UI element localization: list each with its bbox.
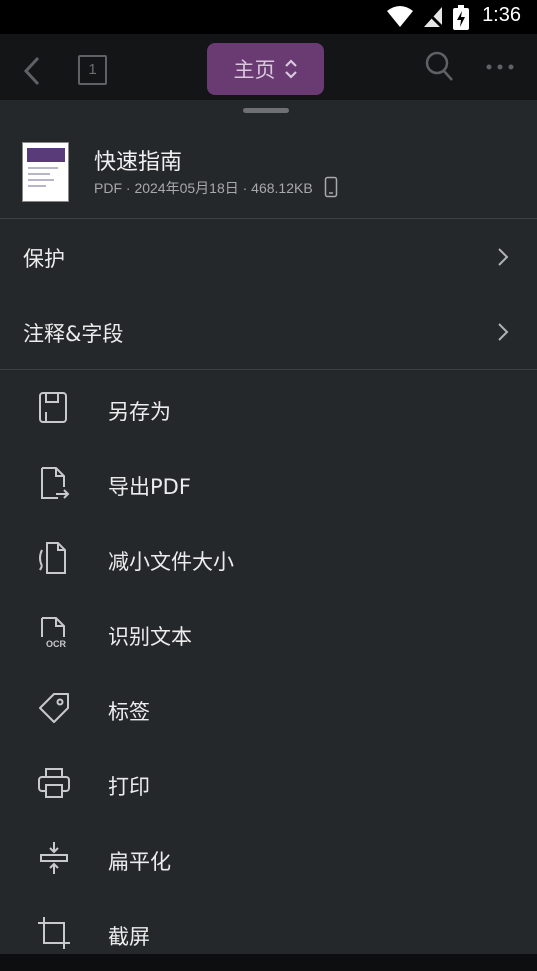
menu-item-print[interactable]: 打印 bbox=[0, 747, 537, 821]
divider bbox=[0, 218, 537, 219]
more-options-icon[interactable] bbox=[485, 63, 515, 71]
menu-item-label: 识别文本 bbox=[108, 625, 192, 649]
file-title: 快速指南 bbox=[94, 150, 183, 175]
file-meta-text: PDF · 2024年05月18日 · 468.12KB bbox=[94, 180, 313, 196]
phone-storage-icon bbox=[324, 176, 338, 198]
print-icon bbox=[38, 768, 70, 798]
row-protect-label: 保护 bbox=[23, 247, 65, 271]
file-thumbnail bbox=[22, 142, 69, 202]
menu-item-flatten[interactable]: 扁平化 bbox=[0, 822, 537, 896]
page-indicator-button[interactable]: 1 bbox=[78, 55, 107, 85]
crop-icon bbox=[38, 917, 70, 949]
menu-item-label: 标签 bbox=[108, 700, 150, 724]
menu-item-tags[interactable]: 标签 bbox=[0, 672, 537, 746]
row-annotations-fields[interactable]: 注释&字段 bbox=[0, 296, 537, 370]
row-protect[interactable]: 保护 bbox=[0, 221, 537, 295]
file-options-sheet: 快速指南 PDF · 2024年05月18日 · 468.12KB 保护 注释&… bbox=[0, 100, 537, 954]
menu-item-ocr[interactable]: OCR 识别文本 bbox=[0, 597, 537, 671]
chevron-right-icon bbox=[498, 323, 509, 341]
status-time: 1:36 bbox=[482, 4, 521, 26]
no-signal-icon bbox=[422, 7, 444, 29]
menu-item-label: 截屏 bbox=[108, 925, 150, 949]
row-annotations-label: 注释&字段 bbox=[23, 322, 124, 346]
save-icon bbox=[39, 392, 67, 423]
export-icon bbox=[41, 467, 70, 499]
chevron-updown-icon bbox=[284, 59, 297, 79]
tag-icon bbox=[39, 693, 69, 723]
menu-item-screenshot[interactable]: 截屏 bbox=[0, 897, 537, 971]
home-label: 主页 bbox=[233, 58, 276, 82]
file-header: 快速指南 PDF · 2024年05月18日 · 468.12KB bbox=[0, 124, 537, 218]
compress-icon bbox=[39, 542, 66, 574]
menu-item-label: 打印 bbox=[108, 775, 150, 799]
menu-item-save-as[interactable]: 另存为 bbox=[0, 372, 537, 446]
search-icon[interactable] bbox=[424, 50, 454, 82]
menu-item-label: 减小文件大小 bbox=[108, 550, 234, 574]
menu-item-export-pdf[interactable]: 导出PDF bbox=[0, 447, 537, 521]
file-meta: PDF · 2024年05月18日 · 468.12KB bbox=[94, 176, 338, 198]
divider bbox=[0, 369, 537, 370]
home-view-selector[interactable]: 主页 bbox=[207, 43, 324, 95]
menu-item-label: 导出PDF bbox=[108, 475, 191, 499]
back-icon[interactable] bbox=[22, 56, 42, 86]
battery-charging-icon bbox=[453, 5, 469, 30]
menu-item-reduce-size[interactable]: 减小文件大小 bbox=[0, 522, 537, 596]
wifi-icon bbox=[387, 6, 413, 27]
ocr-badge: OCR bbox=[46, 639, 66, 649]
menu-item-label: 扁平化 bbox=[108, 850, 171, 874]
menu-item-label: 另存为 bbox=[108, 400, 171, 424]
status-bar: 1:36 bbox=[0, 0, 537, 34]
chevron-right-icon bbox=[498, 248, 509, 266]
sheet-drag-handle[interactable] bbox=[243, 108, 289, 113]
flatten-icon bbox=[40, 842, 68, 874]
